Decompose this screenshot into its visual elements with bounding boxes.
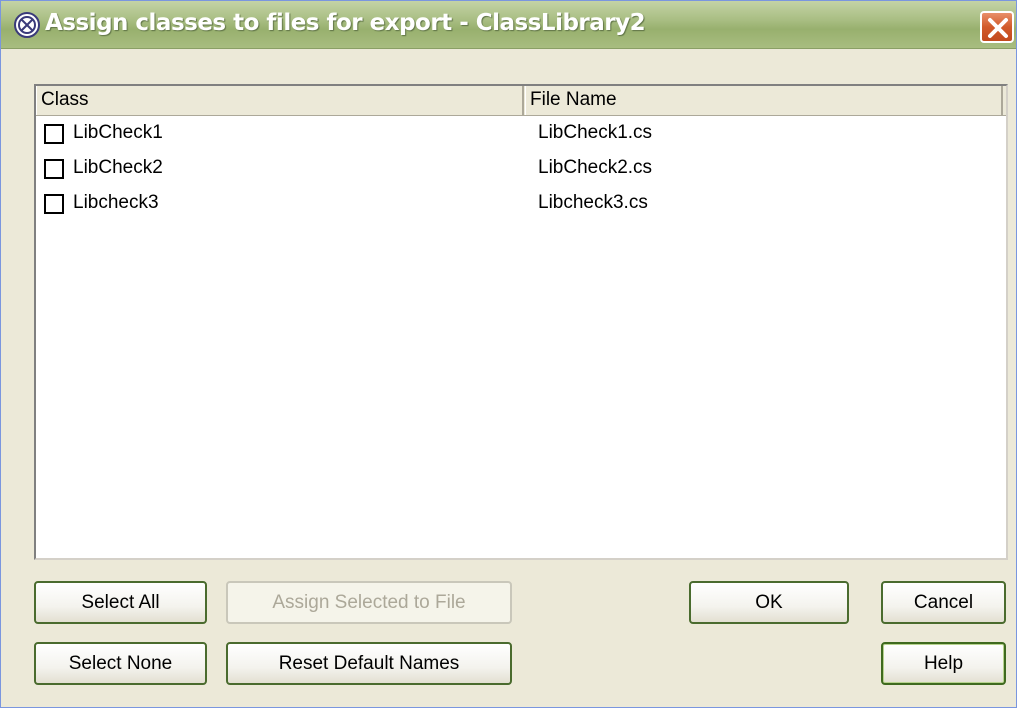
select-all-button[interactable]: Select All bbox=[34, 581, 207, 624]
file-name-cell[interactable]: LibCheck1.cs bbox=[538, 122, 652, 144]
window-title: Assign classes to files for export - Cla… bbox=[45, 10, 646, 36]
close-icon bbox=[988, 18, 1008, 38]
assign-selected-to-file-button[interactable]: Assign Selected to File bbox=[226, 581, 512, 624]
class-name-cell: Libcheck3 bbox=[73, 192, 159, 213]
list-header: Class File Name bbox=[36, 86, 1006, 116]
help-button[interactable]: Help bbox=[881, 642, 1006, 685]
select-none-button[interactable]: Select None bbox=[34, 642, 207, 685]
class-file-list[interactable]: Class File Name LibCheck1 LibCheck1.cs L… bbox=[34, 84, 1008, 560]
cancel-button[interactable]: Cancel bbox=[881, 581, 1006, 624]
column-header-file-name[interactable]: File Name bbox=[525, 86, 1003, 115]
class-name-cell: LibCheck1 bbox=[73, 122, 163, 143]
list-row[interactable]: LibCheck1 LibCheck1.cs bbox=[36, 117, 1006, 151]
list-row[interactable]: Libcheck3 Libcheck3.cs bbox=[36, 187, 1006, 221]
column-header-class[interactable]: Class bbox=[36, 86, 524, 115]
list-row[interactable]: LibCheck2 LibCheck2.cs bbox=[36, 152, 1006, 186]
class-diagram-icon bbox=[14, 12, 40, 38]
file-name-cell[interactable]: Libcheck3.cs bbox=[538, 192, 648, 214]
close-button[interactable] bbox=[980, 11, 1014, 43]
row-checkbox[interactable] bbox=[44, 194, 64, 214]
class-name-cell: LibCheck2 bbox=[73, 157, 163, 178]
row-checkbox[interactable] bbox=[44, 159, 64, 179]
ok-button[interactable]: OK bbox=[689, 581, 849, 624]
row-checkbox[interactable] bbox=[44, 124, 64, 144]
file-name-cell[interactable]: LibCheck2.cs bbox=[538, 157, 652, 179]
reset-default-names-button[interactable]: Reset Default Names bbox=[226, 642, 512, 685]
title-bar[interactable]: Assign classes to files for export - Cla… bbox=[1, 1, 1016, 49]
export-dialog: Assign classes to files for export - Cla… bbox=[0, 0, 1017, 708]
